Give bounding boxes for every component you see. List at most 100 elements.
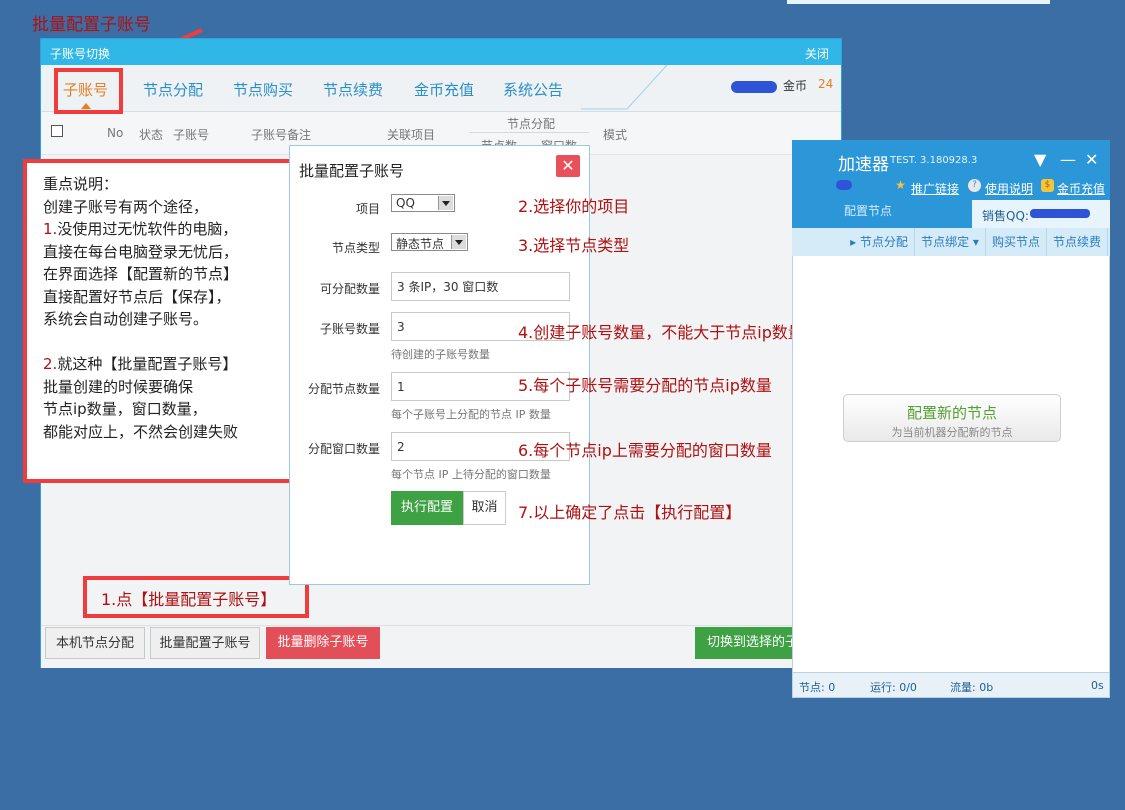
project-select-value: QQ	[396, 196, 415, 210]
sales-qq-tab: 销售QQ:	[972, 200, 1110, 228]
acc-tab-node-binding[interactable]: 节点绑定 ▾	[915, 228, 986, 256]
step-2-annotation: 2.选择你的项目	[518, 197, 630, 216]
notes-segment: 直接在每台电脑登录无忧后，	[43, 242, 239, 261]
node-type-select-value: 静态节点	[396, 237, 445, 251]
node-type-label: 节点类型	[331, 241, 380, 255]
select-all-checkbox[interactable]	[51, 125, 63, 137]
accelerator-body: 配置新的节点 为当前机器分配新的节点	[792, 256, 1110, 672]
accelerator-panel: 加速器 TEST. 3.180928.3 ▼ — ✕ ★ 推广链接 ? 使用说明…	[792, 140, 1110, 698]
subaccount-count-hint: 待创建的子账号数量	[391, 348, 490, 361]
notes-number: 1.	[43, 220, 58, 238]
menu-chevron-icon[interactable]: ▼	[1034, 150, 1046, 169]
subaccount-count-label: 子账号数量	[319, 322, 380, 336]
tab-node-purchase[interactable]: 节点购买	[233, 79, 293, 100]
cloud-icon	[836, 180, 852, 190]
minimize-icon[interactable]: —	[1060, 150, 1076, 169]
node-count-label: 分配节点数量	[307, 382, 380, 396]
notes-line: 系统会自动创建子账号。	[43, 308, 299, 331]
bottom-annotation-box: 1.点【批量配置子账号】	[83, 576, 309, 618]
tab-system-notice[interactable]: 系统公告	[503, 79, 563, 100]
redacted-qq-number	[1030, 209, 1090, 218]
accelerator-header: 加速器 TEST. 3.180928.3 ▼ — ✕ ★ 推广链接 ? 使用说明…	[792, 140, 1110, 228]
coin-label: 金币	[783, 79, 808, 93]
batch-delete-subaccount-button[interactable]: 批量删除子账号	[266, 627, 380, 659]
batch-config-subaccount-button[interactable]: 批量配置子账号	[150, 627, 260, 659]
star-icon: ★	[895, 178, 906, 192]
promo-link[interactable]: 推广链接	[911, 180, 959, 197]
notes-line: 节点ip数量，窗口数量，	[43, 398, 299, 421]
notes-segment: 节点ip数量，窗口数量，	[43, 400, 207, 418]
column-mode: 模式	[603, 128, 628, 142]
coin-value: 24	[818, 77, 834, 91]
coin-icon: $	[1041, 179, 1054, 192]
notes-segment: 直接配置好节点后【保存】，	[43, 287, 231, 306]
column-status: 状态	[139, 128, 164, 142]
column-linked-project: 关联项目	[387, 128, 436, 142]
window-title: 子账号切换	[50, 47, 111, 61]
dialog-close-button[interactable]: ✕	[556, 155, 580, 177]
cancel-button[interactable]: 取消	[463, 491, 506, 525]
node-count-hint: 每个子账号上分配的节点 IP 数量	[391, 408, 551, 421]
node-type-select[interactable]: 静态节点	[391, 233, 468, 251]
redacted-username	[731, 81, 777, 93]
acc-tab-buy-nodes[interactable]: 购买节点	[986, 228, 1047, 256]
window-count-label: 分配窗口数量	[307, 442, 380, 456]
project-label: 项目	[355, 202, 380, 216]
step-4-annotation: 4.创建子账号数量，不能大于节点ip数量	[518, 323, 804, 342]
notes-text: 重点说明： 创建子账号有两个途径， 1.没使用过无忧软件的电脑， 直接在每台电脑登录无…	[43, 173, 299, 443]
step-3-annotation: 3.选择节点类型	[518, 236, 630, 255]
chevron-down-icon	[438, 196, 453, 210]
column-subaccount-note: 子账号备注	[251, 128, 312, 142]
notes-line: 创建子账号有两个途径，	[43, 196, 299, 219]
execute-config-button[interactable]: 执行配置	[391, 491, 463, 525]
window-count-hint: 每个节点 IP 上待分配的窗口数量	[391, 468, 551, 481]
column-group-title: 节点分配	[507, 117, 556, 131]
project-select[interactable]: QQ	[391, 194, 455, 212]
chevron-down-icon	[451, 235, 466, 249]
notes-line: 2.就这种【批量配置子账号】	[43, 353, 299, 376]
notes-line: 直接在每台电脑登录无忧后，	[43, 241, 299, 264]
notes-segment: 都能对应上，不然会创建失败	[43, 422, 239, 441]
configure-new-node-title: 配置新的节点	[906, 404, 997, 422]
window-close-button[interactable]: 关闭	[805, 45, 829, 62]
accelerator-version: TEST. 3.180928.3	[890, 155, 978, 166]
notes-line: 都能对应上，不然会创建失败	[43, 421, 299, 444]
step-5-annotation: 5.每个子账号需要分配的节点ip数量	[518, 376, 772, 395]
tab-node-renewal[interactable]: 节点续费	[323, 79, 383, 100]
recharge-link[interactable]: 金币充值	[1057, 180, 1105, 197]
accelerator-status-bar: 节点: 0 运行: 0/0 流量: 0b 0s	[792, 672, 1110, 698]
configure-new-node-subtitle: 为当前机器分配新的节点	[891, 426, 1013, 439]
alloc-field	[391, 272, 570, 301]
dialog-title: 批量配置子账号	[299, 162, 405, 180]
tab-coin-recharge[interactable]: 金币充值	[414, 79, 474, 100]
notes-box: 重点说明： 创建子账号有两个途径， 1.没使用过无忧软件的电脑， 直接在每台电脑登录无…	[23, 159, 299, 483]
configure-new-node-button[interactable]: 配置新的节点 为当前机器分配新的节点	[843, 394, 1061, 442]
status-traffic: 流量: 0b	[950, 681, 994, 694]
accelerator-tabs: ▸ 节点分配 节点绑定 ▾ 购买节点 节点续费	[792, 228, 1110, 256]
notes-segment: 没使用过无忧软件的电脑，	[57, 220, 238, 238]
column-subaccount: 子账号	[173, 128, 210, 142]
step-6-annotation: 6.每个节点ip上需要分配的窗口数量	[518, 441, 772, 460]
section-label: 配置节点	[844, 204, 893, 218]
help-link[interactable]: 使用说明	[985, 180, 1033, 197]
acc-tab-node-allocation[interactable]: ▸ 节点分配	[844, 228, 915, 256]
acc-tab-renew-nodes[interactable]: 节点续费	[1047, 228, 1108, 256]
notes-segment: 重点说明：	[43, 175, 119, 193]
notes-segment: 在界面选择【配置新的节点】	[43, 265, 239, 283]
status-time: 0s	[1091, 679, 1104, 692]
notes-segment: 系统会自动创建子账号。	[43, 310, 209, 328]
notes-segment: 创建子账号有两个途径，	[43, 197, 209, 216]
status-nodes: 节点: 0	[799, 681, 836, 694]
tab-node-allocation[interactable]: 节点分配	[143, 79, 203, 100]
bottom-annotation: 1.点【批量配置子账号】	[101, 590, 277, 609]
step-7-annotation: 7.以上确定了点击【执行配置】	[518, 503, 742, 522]
local-node-allocation-button[interactable]: 本机节点分配	[45, 627, 145, 659]
close-icon[interactable]: ✕	[1085, 150, 1098, 169]
notes-line	[43, 331, 299, 354]
notes-number: 2.	[43, 355, 58, 373]
column-no: No	[107, 126, 124, 140]
notes-line: 在界面选择【配置新的节点】	[43, 263, 299, 286]
alloc-label: 可分配数量	[319, 282, 380, 296]
sales-qq-label: 销售QQ:	[982, 209, 1029, 223]
help-icon: ?	[968, 179, 981, 192]
